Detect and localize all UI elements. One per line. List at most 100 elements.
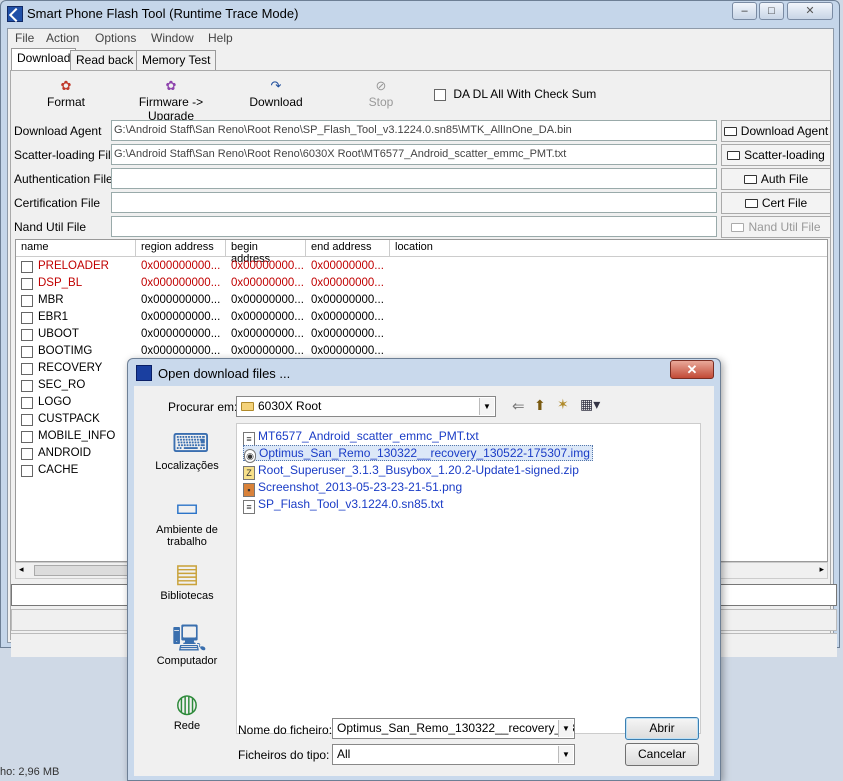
format-icon: ✿	[60, 78, 72, 93]
view-menu-icon[interactable]: ▦▾	[580, 396, 600, 413]
stop-button[interactable]: ⊘ Stop	[361, 78, 401, 110]
table-row[interactable]: MBR 0x000000000... 0x00000000... 0x00000000…	[16, 293, 827, 310]
place-label: Bibliotecas	[160, 590, 214, 602]
scroll-right-icon[interactable]: ▸	[819, 564, 824, 575]
table-row[interactable]: DSP_BL 0x000000000... 0x00000000... 0x00000…	[16, 276, 827, 293]
chevron-down-icon[interactable]: ▼	[479, 398, 494, 415]
dialog-body: Procurar em: 6030X Root ▼ ⇐ ⬆ ✶ ▦▾ ⌨ Loc…	[134, 386, 714, 776]
row-checkbox[interactable]	[21, 397, 33, 409]
menu-action[interactable]: Action	[46, 31, 79, 45]
download-agent-field[interactable]: G:\Android Staff\San Reno\Root Reno\SP_F…	[111, 120, 717, 141]
file-item[interactable]: ≡ MT6577_Android_scatter_emmc_PMT.txt	[243, 429, 479, 446]
nand-util-field[interactable]	[111, 216, 717, 237]
look-in-combo[interactable]: 6030X Root ▼	[236, 396, 496, 417]
row-checkbox[interactable]	[21, 448, 33, 460]
cancel-button[interactable]: Cancelar	[625, 743, 699, 766]
filetype-value: All	[337, 747, 351, 761]
place-network[interactable]: ◍ Rede	[143, 689, 231, 732]
menu-file[interactable]: File	[15, 31, 34, 45]
download-agent-button[interactable]: Download Agent	[721, 120, 831, 142]
table-row[interactable]: UBOOT 0x000000000... 0x00000000... 0x000000…	[16, 327, 827, 344]
scatter-loading-button[interactable]: Scatter-loading	[721, 144, 831, 166]
up-folder-icon[interactable]: ⬆	[534, 397, 546, 414]
partition-name: UBOOT	[38, 328, 79, 340]
table-row[interactable]: EBR1 0x000000000... 0x00000000... 0x0000000…	[16, 310, 827, 327]
tab-memory-test[interactable]: Memory Test	[136, 50, 217, 70]
partition-begin-address: 0x00000000...	[231, 328, 304, 340]
cert-file-button[interactable]: Cert File	[721, 192, 831, 214]
dialog-app-icon	[136, 365, 152, 381]
row-checkbox[interactable]	[21, 329, 33, 341]
checksum-option[interactable]: DA DL All With Check Sum	[434, 87, 596, 101]
filename-input[interactable]: Optimus_San_Remo_130322__recovery_1305 ▼	[332, 718, 575, 739]
row-checkbox[interactable]	[21, 346, 33, 358]
place-label: Localizações	[155, 460, 219, 472]
place-label: Rede	[173, 720, 201, 732]
firmware-upgrade-button[interactable]: ✿ Firmware -> Upgrade	[116, 79, 226, 124]
format-button[interactable]: ✿ Format	[41, 78, 91, 110]
place-desktop[interactable]: ▭ Ambiente de trabalho	[143, 493, 231, 548]
scroll-left-icon[interactable]: ◂	[19, 564, 24, 575]
cert-file-field[interactable]	[111, 192, 717, 213]
partition-name: MBR	[38, 294, 64, 306]
file-item[interactable]: Z Root_Superuser_3.1.3_Busybox_1.20.2-Upd…	[243, 463, 579, 480]
tab-download[interactable]: Download	[11, 48, 77, 70]
chevron-down-icon[interactable]: ▼	[558, 720, 573, 737]
new-folder-icon[interactable]: ✶	[557, 396, 569, 413]
col-region-address[interactable]: region address	[136, 240, 226, 257]
col-begin-address[interactable]: begin address	[226, 240, 306, 265]
filetype-select[interactable]: All ▼	[332, 744, 575, 765]
nand-util-button-label: Nand Util File	[748, 220, 821, 234]
row-checkbox[interactable]	[21, 261, 33, 273]
back-icon[interactable]: ⇐	[512, 397, 525, 415]
scatter-file-field[interactable]: G:\Android Staff\San Reno\Root Reno\6030…	[111, 144, 717, 165]
auth-file-field[interactable]	[111, 168, 717, 189]
menu-help[interactable]: Help	[208, 31, 233, 45]
minimize-button[interactable]: –	[732, 2, 757, 20]
folder-icon	[727, 151, 741, 160]
menu-window[interactable]: Window	[151, 31, 194, 45]
file-item[interactable]: ≡ SP_Flash_Tool_v3.1224.0.sn85.txt	[243, 497, 443, 514]
chevron-down-icon[interactable]: ▼	[558, 746, 573, 763]
open-button[interactable]: Abrir	[625, 717, 699, 740]
tab-read-back[interactable]: Read back	[70, 50, 140, 70]
stop-icon: ⊘	[375, 78, 387, 93]
partition-end-address: 0x00000000...	[311, 311, 384, 323]
desktop-icon: ▭	[174, 492, 200, 522]
file-list: ≡ MT6577_Android_scatter_emmc_PMT.txt ◉ Op…	[236, 423, 701, 734]
row-checkbox[interactable]	[21, 295, 33, 307]
partition-region-address: 0x000000000...	[141, 311, 221, 323]
cert-file-button-label: Cert File	[761, 196, 808, 210]
row-checkbox[interactable]	[21, 278, 33, 290]
maximize-button[interactable]: □	[759, 2, 784, 20]
dialog-close-button[interactable]: ✕	[670, 360, 714, 379]
place-libraries[interactable]: ▤ Bibliotecas	[143, 559, 231, 602]
auth-file-button[interactable]: Auth File	[721, 168, 831, 190]
row-checkbox[interactable]	[21, 380, 33, 392]
file-item[interactable]: ▪ Screenshot_2013-05-23-23-21-51.png	[243, 480, 462, 497]
text-file-icon: ≡	[243, 500, 255, 514]
partition-name: SEC_RO	[38, 379, 86, 391]
menu-options[interactable]: Options	[95, 31, 136, 45]
place-localizacoes[interactable]: ⌨ Localizações	[143, 429, 231, 472]
checksum-checkbox[interactable]	[434, 88, 446, 101]
table-row[interactable]: PRELOADER 0x000000000... 0x00000000... 0x00…	[16, 259, 827, 276]
checksum-label: DA DL All With Check Sum	[453, 87, 597, 101]
close-button[interactable]: ✕	[787, 2, 833, 20]
nand-util-button[interactable]: Nand Util File	[721, 216, 831, 238]
partition-name: EBR1	[38, 311, 69, 323]
download-button[interactable]: ↷ Download	[246, 79, 306, 110]
folder-icon	[723, 127, 737, 136]
place-computer[interactable]: 🖳 Computador	[143, 624, 231, 667]
col-location[interactable]: location	[390, 240, 827, 257]
file-item-selected[interactable]: ◉ Optimus_San_Remo_130322__recovery_13052…	[243, 445, 593, 463]
recent-places-icon: ⌨	[172, 428, 210, 458]
row-checkbox[interactable]	[21, 414, 33, 426]
place-label: Computador	[156, 655, 218, 667]
row-checkbox[interactable]	[21, 431, 33, 443]
col-name[interactable]: name	[16, 240, 136, 257]
col-end-address[interactable]: end address	[306, 240, 390, 257]
row-checkbox[interactable]	[21, 363, 33, 375]
row-checkbox[interactable]	[21, 312, 33, 324]
row-checkbox[interactable]	[21, 465, 33, 477]
